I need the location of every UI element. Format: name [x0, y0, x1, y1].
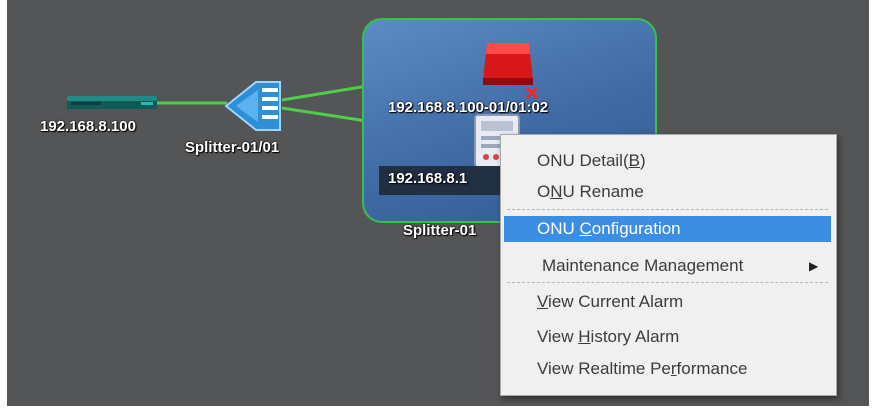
- menu-item-view-history-alarm[interactable]: View History Alarm: [504, 324, 831, 350]
- alarm-mark-icon: [525, 86, 539, 100]
- olt-label: 192.168.8.100: [40, 118, 136, 135]
- splitter-icon[interactable]: [222, 78, 284, 134]
- olt-device-icon[interactable]: [65, 93, 159, 113]
- onu-alarm-icon[interactable]: [477, 40, 539, 90]
- splitter-label: Splitter-01/01: [185, 139, 280, 156]
- submenu-arrow-icon: ▶: [809, 259, 819, 273]
- onu-red-label: 192.168.8.100-01/01:02: [388, 99, 549, 116]
- onu-white-label: 192.168.8.1: [388, 170, 468, 187]
- menu-item-view-realtime-performance[interactable]: View Realtime Performance: [504, 356, 831, 382]
- menu-separator: [507, 209, 828, 210]
- menu-item-onu-rename[interactable]: ONU Rename: [504, 179, 831, 205]
- menu-item-onu-detail[interactable]: ONU Detail(B): [504, 148, 831, 174]
- menu-item-view-current-alarm[interactable]: View Current Alarm: [504, 289, 831, 315]
- menu-separator: [507, 282, 828, 283]
- onu-context-menu: ONU Detail(B) ONU Rename ONU Configurati…: [500, 134, 837, 396]
- menu-item-maintenance-management[interactable]: Maintenance Management ▶: [504, 253, 831, 279]
- menu-item-onu-configuration[interactable]: ONU Configuration: [504, 216, 831, 242]
- group-label: Splitter-01: [403, 222, 477, 239]
